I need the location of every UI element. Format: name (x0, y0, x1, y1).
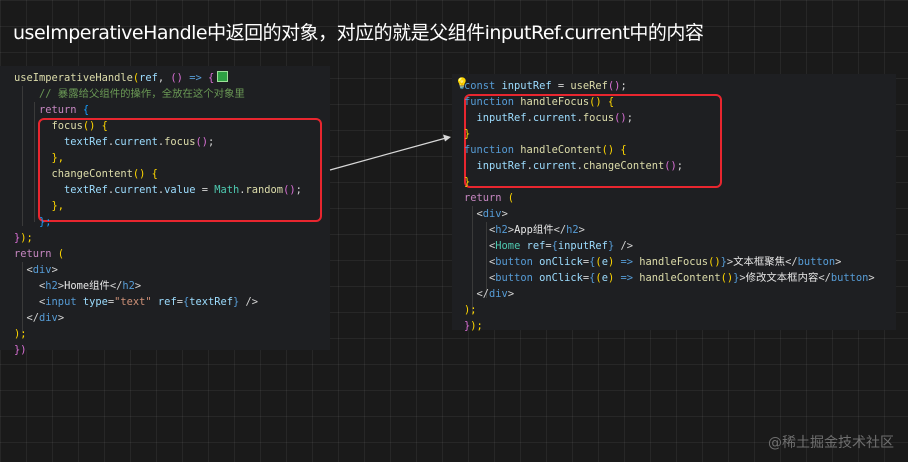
watermark: @稀土掘金技术社区 (768, 435, 894, 451)
code-line: inputRef.current.focus(); (476, 112, 633, 124)
arrow-line (329, 137, 447, 171)
arrow-head (443, 134, 451, 142)
code-line: </div> (476, 288, 515, 300)
code-line: <button onClick={(e) => handleContent()}… (489, 272, 875, 284)
code-line: } (464, 128, 471, 140)
code-block-right: const inputRef = useRef(); function handl… (464, 78, 875, 334)
code-line: <h2>App组件</h2> (489, 224, 585, 236)
code-line: inputRef.current.changeContent(); (476, 160, 683, 172)
code-panel-right: 💡 const inputRef = useRef(); function han… (452, 74, 896, 332)
code-line: const inputRef = useRef(); (464, 80, 627, 92)
code-line: } (464, 176, 471, 188)
code-line: }); (464, 320, 483, 332)
code-line: function handleContent() { (464, 144, 627, 156)
code-line: return ( (464, 192, 515, 204)
code-line: <Home ref={inputRef} /> (489, 240, 633, 252)
code-line: ); (464, 304, 477, 316)
code-line: <div> (476, 208, 508, 220)
code-line: function handleFocus() { (464, 96, 615, 108)
code-line: <button onClick={(e) => handleFocus()}>文… (489, 256, 842, 268)
